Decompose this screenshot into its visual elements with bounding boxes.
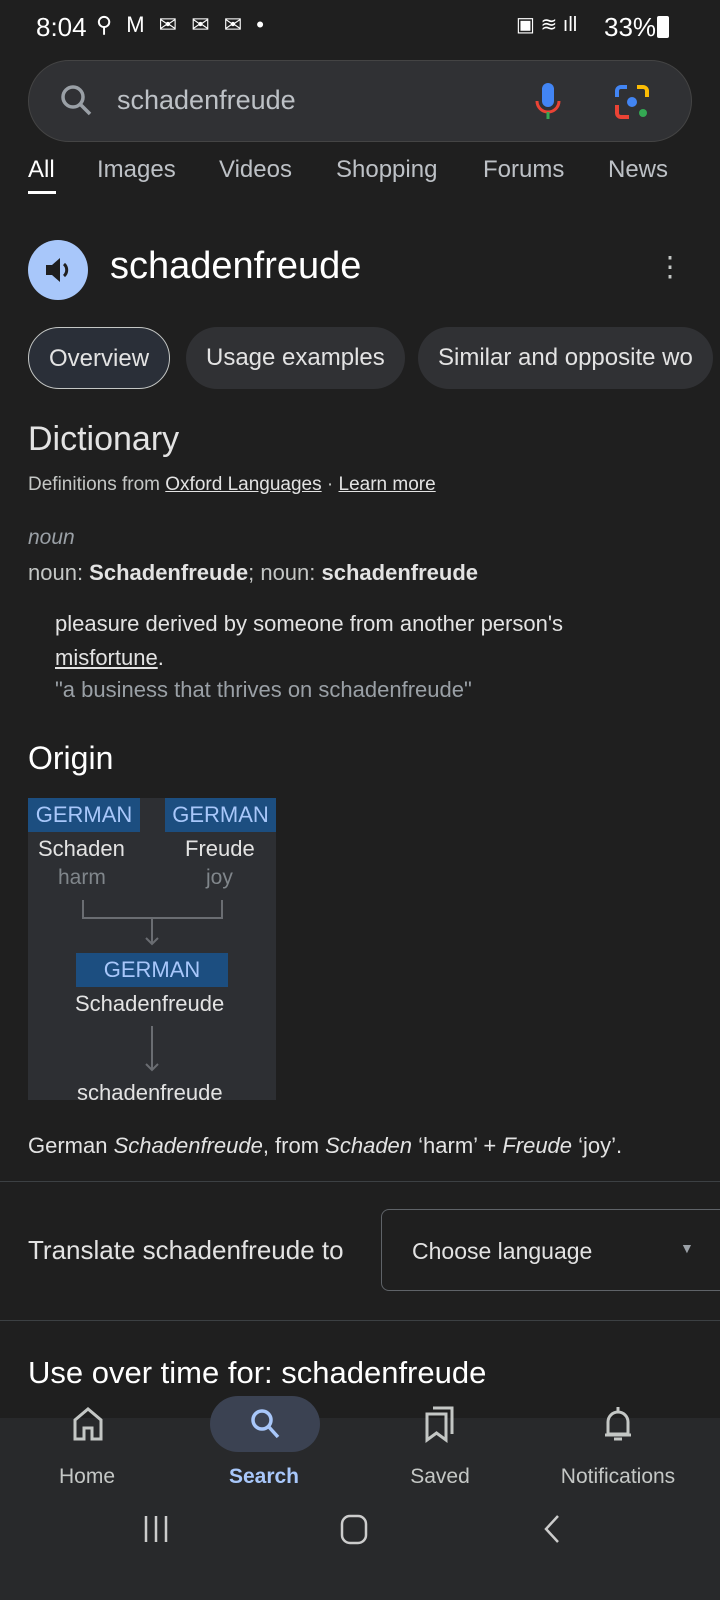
search-icon: [251, 1409, 280, 1439]
definition-end: .: [157, 645, 164, 670]
nav-saved[interactable]: Saved: [360, 1465, 520, 1489]
noun-forms: noun: Schadenfreude; noun: schadenfreude: [28, 560, 478, 586]
separator: ·: [321, 474, 339, 495]
status-bar: 8:04 ⚲ M ✉ ✉ ✉ • ▣ ≋ ıll 33%: [0, 0, 720, 52]
origin-heading: Origin: [28, 740, 114, 776]
battery-level: 33%: [604, 12, 657, 42]
origin-c: , from: [262, 1133, 326, 1158]
search-bar[interactable]: schadenfreude: [28, 60, 692, 142]
tab-news[interactable]: News: [608, 156, 668, 184]
nav-notifications[interactable]: Notifications: [538, 1465, 698, 1489]
system-nav: [144, 1514, 559, 1545]
tab-images[interactable]: Images: [97, 156, 176, 184]
wifi-signal-icon: ▣ ≋ ıll: [516, 14, 578, 36]
back-icon[interactable]: [544, 1515, 559, 1543]
english-word: schadenfreude: [77, 1080, 223, 1100]
compound-word: Schadenfreude: [75, 991, 225, 1016]
battery-icon: [657, 16, 669, 38]
form-1: Schadenfreude: [89, 560, 249, 585]
language-select[interactable]: Choose language ▼: [381, 1209, 720, 1291]
language-select-value: Choose language: [412, 1238, 593, 1264]
tab-shopping[interactable]: Shopping: [336, 156, 437, 184]
home-icon[interactable]: [72, 1406, 104, 1442]
learn-more-link[interactable]: Learn more: [339, 474, 436, 495]
bottom-nav: [0, 1418, 720, 1600]
nav-search[interactable]: Search: [184, 1465, 344, 1489]
home-system-icon[interactable]: [340, 1514, 368, 1545]
origin-text: German Schadenfreude, from Schaden ‘harm…: [28, 1133, 622, 1159]
lang-label-3: GERMAN: [76, 953, 228, 987]
translate-label: Translate schadenfreude to: [28, 1235, 344, 1265]
chip-similar-opposite[interactable]: Similar and opposite wo: [418, 327, 713, 389]
origin-a: German: [28, 1133, 114, 1158]
chip-usage-examples[interactable]: Usage examples: [186, 327, 405, 389]
origin-e: ‘harm’ +: [412, 1133, 503, 1158]
nav-home[interactable]: Home: [7, 1465, 167, 1489]
misfortune-link[interactable]: misfortune: [55, 645, 158, 670]
use-over-time-heading: Use over time for: schadenfreude: [28, 1355, 487, 1390]
lens-icon[interactable]: [613, 83, 651, 121]
origin-g: ‘joy’.: [572, 1133, 623, 1158]
etymology-arrows: [82, 900, 223, 1072]
origin-d: Schaden: [325, 1133, 413, 1158]
forms-mid: ; noun:: [248, 560, 322, 585]
recent-apps-icon[interactable]: [144, 1516, 168, 1542]
part-of-speech: noun: [28, 526, 75, 549]
forms-prefix: noun:: [28, 560, 90, 585]
etymology-diagram: GERMAN GERMAN Schaden harm Freude joy GE…: [28, 798, 276, 1100]
search-input[interactable]: schadenfreude: [117, 85, 296, 116]
notifications-bell-icon[interactable]: [602, 1404, 634, 1444]
dictionary-heading: Dictionary: [28, 420, 180, 458]
origin-f: Freude: [502, 1133, 573, 1158]
dropdown-arrow-icon: ▼: [680, 1240, 694, 1256]
search-icon: [61, 85, 92, 116]
divider: [0, 1320, 720, 1321]
mic-icon[interactable]: [533, 81, 563, 123]
search-nav-pill[interactable]: [210, 1396, 320, 1452]
status-time: 8:04: [36, 12, 87, 42]
speaker-icon: [46, 258, 69, 282]
notification-icons: ⚲ M ✉ ✉ ✉ •: [96, 12, 269, 37]
saved-icon[interactable]: [424, 1404, 458, 1444]
source-prefix: Definitions from: [28, 474, 160, 495]
definition-text: pleasure derived by someone from another…: [55, 611, 564, 636]
dictionary-source: Definitions from Oxford Languages · Lear…: [28, 474, 436, 496]
tab-videos[interactable]: Videos: [219, 156, 292, 184]
divider: [0, 1181, 720, 1182]
pronunciation-button[interactable]: [28, 240, 88, 300]
word-title: schadenfreude: [110, 245, 362, 287]
definition: pleasure derived by someone from another…: [55, 607, 675, 675]
more-options-icon[interactable]: ⋮: [656, 250, 684, 283]
oxford-languages-link[interactable]: Oxford Languages: [165, 474, 321, 495]
usage-example: "a business that thrives on schadenfreud…: [55, 677, 472, 702]
tab-forums[interactable]: Forums: [483, 156, 564, 184]
origin-b: Schadenfreude: [113, 1133, 263, 1158]
tab-all[interactable]: All: [28, 156, 55, 184]
active-tab-indicator: [28, 191, 56, 194]
chip-overview[interactable]: Overview: [28, 327, 171, 389]
form-2: schadenfreude: [321, 560, 479, 585]
